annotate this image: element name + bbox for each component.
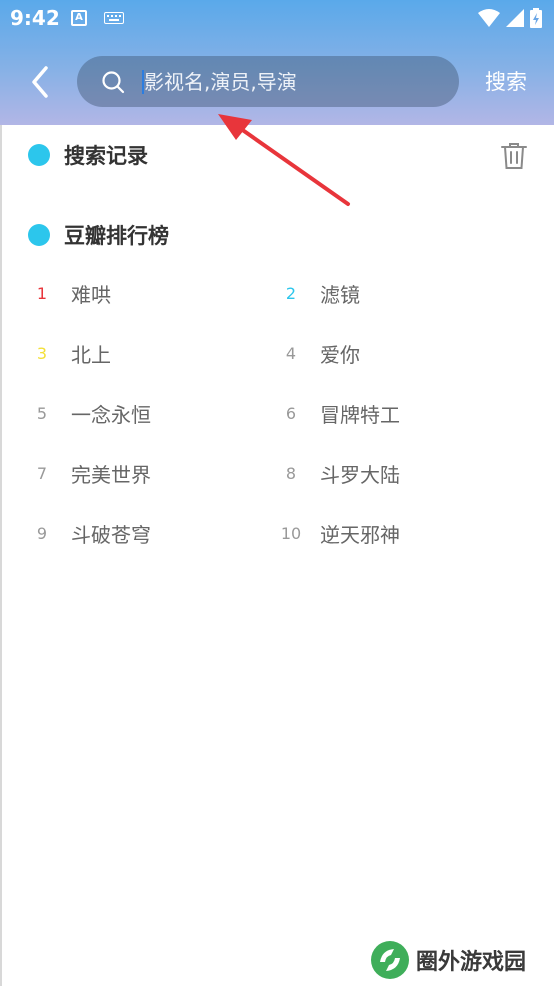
- ranking-item[interactable]: 6 冒牌特工: [276, 383, 400, 443]
- top-bar: 9:42 A 搜索: [0, 0, 554, 125]
- ranking-item[interactable]: 1 难哄: [27, 263, 111, 323]
- status-right-icons: [477, 8, 542, 32]
- rank-title: 冒牌特工: [320, 402, 400, 427]
- ranking-item[interactable]: 2 滤镜: [276, 263, 360, 323]
- trash-icon[interactable]: [501, 142, 527, 170]
- rank-number: 10: [280, 523, 302, 543]
- signal-icon: [505, 9, 524, 27]
- rank-number: 7: [36, 463, 48, 483]
- search-history-header: 搜索记录: [28, 140, 148, 170]
- search-input[interactable]: [144, 66, 434, 98]
- rank-number: 2: [285, 283, 297, 303]
- search-icon: [102, 71, 125, 94]
- back-arrow-icon[interactable]: [26, 62, 56, 102]
- wifi-icon: [477, 9, 500, 27]
- rank-title: 逆天邪神: [320, 522, 400, 547]
- watermark-logo-icon: [371, 941, 409, 979]
- bullet-dot-icon: [28, 224, 50, 246]
- keyboard-icon: [104, 12, 124, 24]
- rank-number: 4: [285, 343, 297, 363]
- rank-title: 爱你: [320, 342, 360, 367]
- battery-icon: [530, 8, 542, 28]
- rank-number: 3: [36, 343, 48, 363]
- watermark-text: 圈外游戏园: [416, 950, 527, 975]
- status-bar: 9:42 A: [0, 0, 554, 38]
- douban-ranking-header: 豆瓣排行榜: [28, 220, 169, 250]
- search-box[interactable]: [77, 56, 459, 107]
- frame-divider: [0, 125, 2, 986]
- rank-title: 斗罗大陆: [320, 462, 400, 487]
- rank-number: 9: [36, 523, 48, 543]
- ranking-item[interactable]: 5 一念永恒: [27, 383, 151, 443]
- ranking-item[interactable]: 3 北上: [27, 323, 111, 383]
- rank-title: 斗破苍穹: [71, 522, 151, 547]
- rank-title: 完美世界: [71, 462, 151, 487]
- douban-ranking-title: 豆瓣排行榜: [64, 224, 169, 248]
- bullet-dot-icon: [28, 144, 50, 166]
- status-time: 9:42: [10, 6, 60, 30]
- search-history-title: 搜索记录: [64, 144, 148, 168]
- annotation-arrow-icon: [218, 114, 350, 206]
- ranking-item[interactable]: 7 完美世界: [27, 443, 151, 503]
- rank-title: 滤镜: [320, 282, 360, 307]
- rank-title: 一念永恒: [71, 402, 151, 427]
- rank-number: 8: [285, 463, 297, 483]
- rank-number: 1: [36, 283, 48, 303]
- ranking-item[interactable]: 4 爱你: [276, 323, 360, 383]
- ranking-item[interactable]: 10 逆天邪神: [276, 503, 400, 563]
- app-notification-icon: A: [71, 10, 87, 26]
- ranking-item[interactable]: 8 斗罗大陆: [276, 443, 400, 503]
- search-button[interactable]: 搜索: [485, 66, 527, 96]
- watermark: 圈外游戏园: [370, 940, 526, 980]
- rank-title: 北上: [71, 342, 111, 367]
- rank-number: 5: [36, 403, 48, 423]
- rank-title: 难哄: [71, 282, 111, 307]
- rank-number: 6: [285, 403, 297, 423]
- ranking-item[interactable]: 9 斗破苍穹: [27, 503, 151, 563]
